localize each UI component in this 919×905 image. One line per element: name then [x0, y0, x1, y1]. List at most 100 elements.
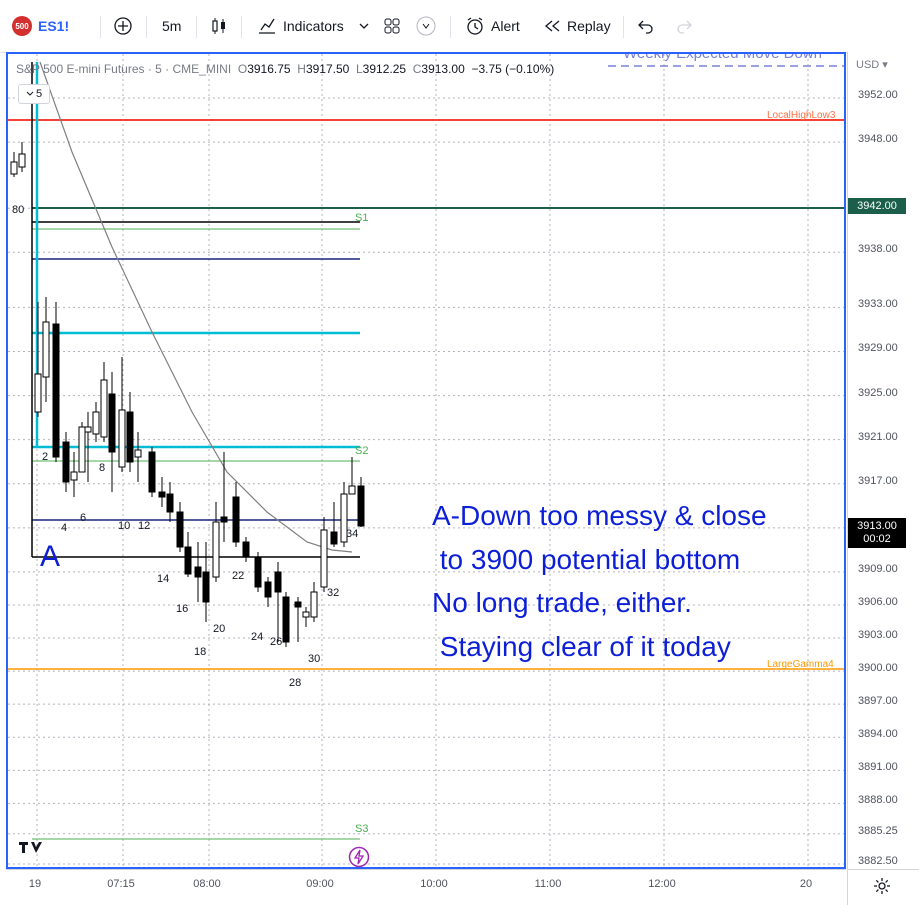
candle-body [282, 596, 290, 643]
candle-body [148, 451, 156, 493]
price-tick: 3909.00 [858, 562, 898, 575]
time-tick: 09:00 [306, 878, 334, 890]
interval-button[interactable]: 5m [162, 14, 181, 38]
time-tick: 19 [28, 878, 42, 890]
moving-average-line [39, 61, 353, 553]
price-tick: 3882.50 [858, 855, 898, 867]
annotation-note: A-Down too messy & close to 3900 potenti… [432, 494, 767, 668]
chart-pane[interactable]: S1 S2 S3 LocalHighLow3 LargeGamma4 80 2 4 6 8 10 12… [6, 52, 846, 869]
top-toolbar: 500 ES1! 5m Indicators Alert Replay [0, 0, 919, 53]
price-tick: 3906.00 [858, 595, 898, 608]
indicators-label: Indicators [283, 18, 344, 34]
axis-settings-button[interactable] [847, 869, 919, 905]
bar-number-label: 14 [157, 573, 169, 585]
compare-button[interactable] [113, 14, 133, 38]
candle-body [242, 541, 250, 558]
price-tick: 3891.00 [858, 761, 898, 774]
candle-body [126, 411, 134, 463]
time-tick: 07:15 [107, 878, 135, 890]
weekly-expected-move-label: Weekly Expected Move Down [623, 52, 822, 62]
candle-body [52, 323, 60, 458]
bar-number-label: 20 [213, 623, 225, 635]
bar-number-label: 10 [118, 520, 130, 532]
tradingview-logo[interactable] [18, 839, 44, 860]
bar-number-label: 32 [327, 587, 339, 599]
currency-selector[interactable]: USD ▾ [856, 58, 888, 71]
s3-label: S3 [355, 823, 368, 835]
gear-icon [874, 878, 890, 894]
redo-button[interactable] [675, 14, 693, 38]
price-tick: 3929.00 [858, 342, 898, 355]
legend-open: 3916.75 [247, 62, 291, 76]
bar-number-label: 6 [80, 512, 86, 524]
time-tick: 08:00 [193, 878, 221, 890]
layout-dropdown[interactable] [415, 14, 437, 38]
s1-label: S1 [355, 212, 368, 224]
candle-body [202, 571, 210, 603]
candle-body [78, 426, 86, 473]
lightning-button[interactable] [348, 846, 370, 867]
bar-number-label: 12 [138, 520, 150, 532]
symbol-button[interactable]: 500 ES1! [12, 14, 69, 38]
bar-number-label: 8 [99, 462, 105, 474]
indicators-button[interactable]: Indicators [257, 14, 344, 38]
note-line-1: A-Down too messy & close [432, 500, 767, 531]
candle-body [10, 161, 18, 175]
candle-body [42, 321, 50, 378]
candle-body [18, 153, 26, 168]
price-tick: 3921.00 [858, 430, 898, 443]
undo-button[interactable] [637, 14, 655, 38]
candle-body [357, 485, 365, 527]
candle-body [254, 557, 262, 588]
collapse-legend-button[interactable]: 5 [18, 84, 50, 104]
price-tick: 3917.00 [858, 474, 898, 487]
candle-body [118, 409, 126, 468]
candle-body [264, 581, 272, 598]
symbol-label: ES1! [38, 18, 70, 34]
chart-type-button[interactable] [210, 14, 228, 38]
indicators-icon [259, 18, 275, 34]
chevron-down-small-icon [26, 91, 34, 96]
candle-body [220, 516, 228, 523]
legend-change: −3.75 (−0.10%) [471, 62, 555, 76]
legend-close: 3913.00 [421, 62, 465, 76]
templates-dropdown[interactable] [358, 14, 370, 38]
annotation-letter-a: A [40, 540, 61, 573]
alert-button[interactable]: Alert [465, 14, 520, 38]
candle-body [70, 471, 78, 481]
bar-number-label: 28 [289, 677, 301, 689]
price-tick: 3885.25 [858, 824, 898, 837]
price-tick: 3900.00 [858, 662, 898, 675]
es-logo-icon: 500 [12, 16, 32, 36]
orange-level-label: LargeGamma4 [767, 659, 834, 670]
price-axis[interactable]: 3952.00 3948.00 3942.00 3938.00 3933.00 3929.… [847, 52, 919, 869]
candle-body [330, 531, 338, 545]
time-tick: 11:00 [534, 878, 562, 890]
candle-body [34, 373, 42, 413]
time-tick: 12:00 [648, 878, 676, 890]
price-tick: 3903.00 [858, 629, 898, 642]
time-axis[interactable]: 19 07:15 08:00 09:00 10:00 11:00 12:00 20 [6, 869, 846, 905]
candle-body [274, 571, 282, 593]
price-tick: 3952.00 [858, 89, 898, 101]
replay-label: Replay [567, 18, 611, 34]
alarm-clock-icon [467, 17, 483, 35]
price-plot: S1S2S3LocalHighLow3LargeGamma480246810 12… [8, 54, 844, 867]
bar-number-label: 18 [194, 646, 206, 658]
lightning-icon [348, 846, 370, 867]
price-tick: 3948.00 [858, 133, 898, 146]
candle-body [294, 601, 302, 608]
grid-layout-icon [384, 18, 400, 34]
note-line-3: No long trade, either. [432, 587, 692, 618]
bar-number-label: 30 [308, 653, 320, 665]
replay-button[interactable]: Replay [543, 14, 611, 38]
candle-body [108, 393, 116, 453]
legend-title: S&P 500 E-mini Futures · 5 · CME_MINI [16, 62, 232, 76]
chevron-down-icon [359, 23, 369, 29]
plus-circle-icon [114, 17, 132, 35]
note-line-2: to 3900 potential bottom [432, 543, 741, 575]
layout-button[interactable] [383, 14, 401, 38]
redo-icon [677, 20, 692, 34]
bar-number-label: 2 [42, 451, 48, 463]
candle-body [320, 529, 328, 588]
